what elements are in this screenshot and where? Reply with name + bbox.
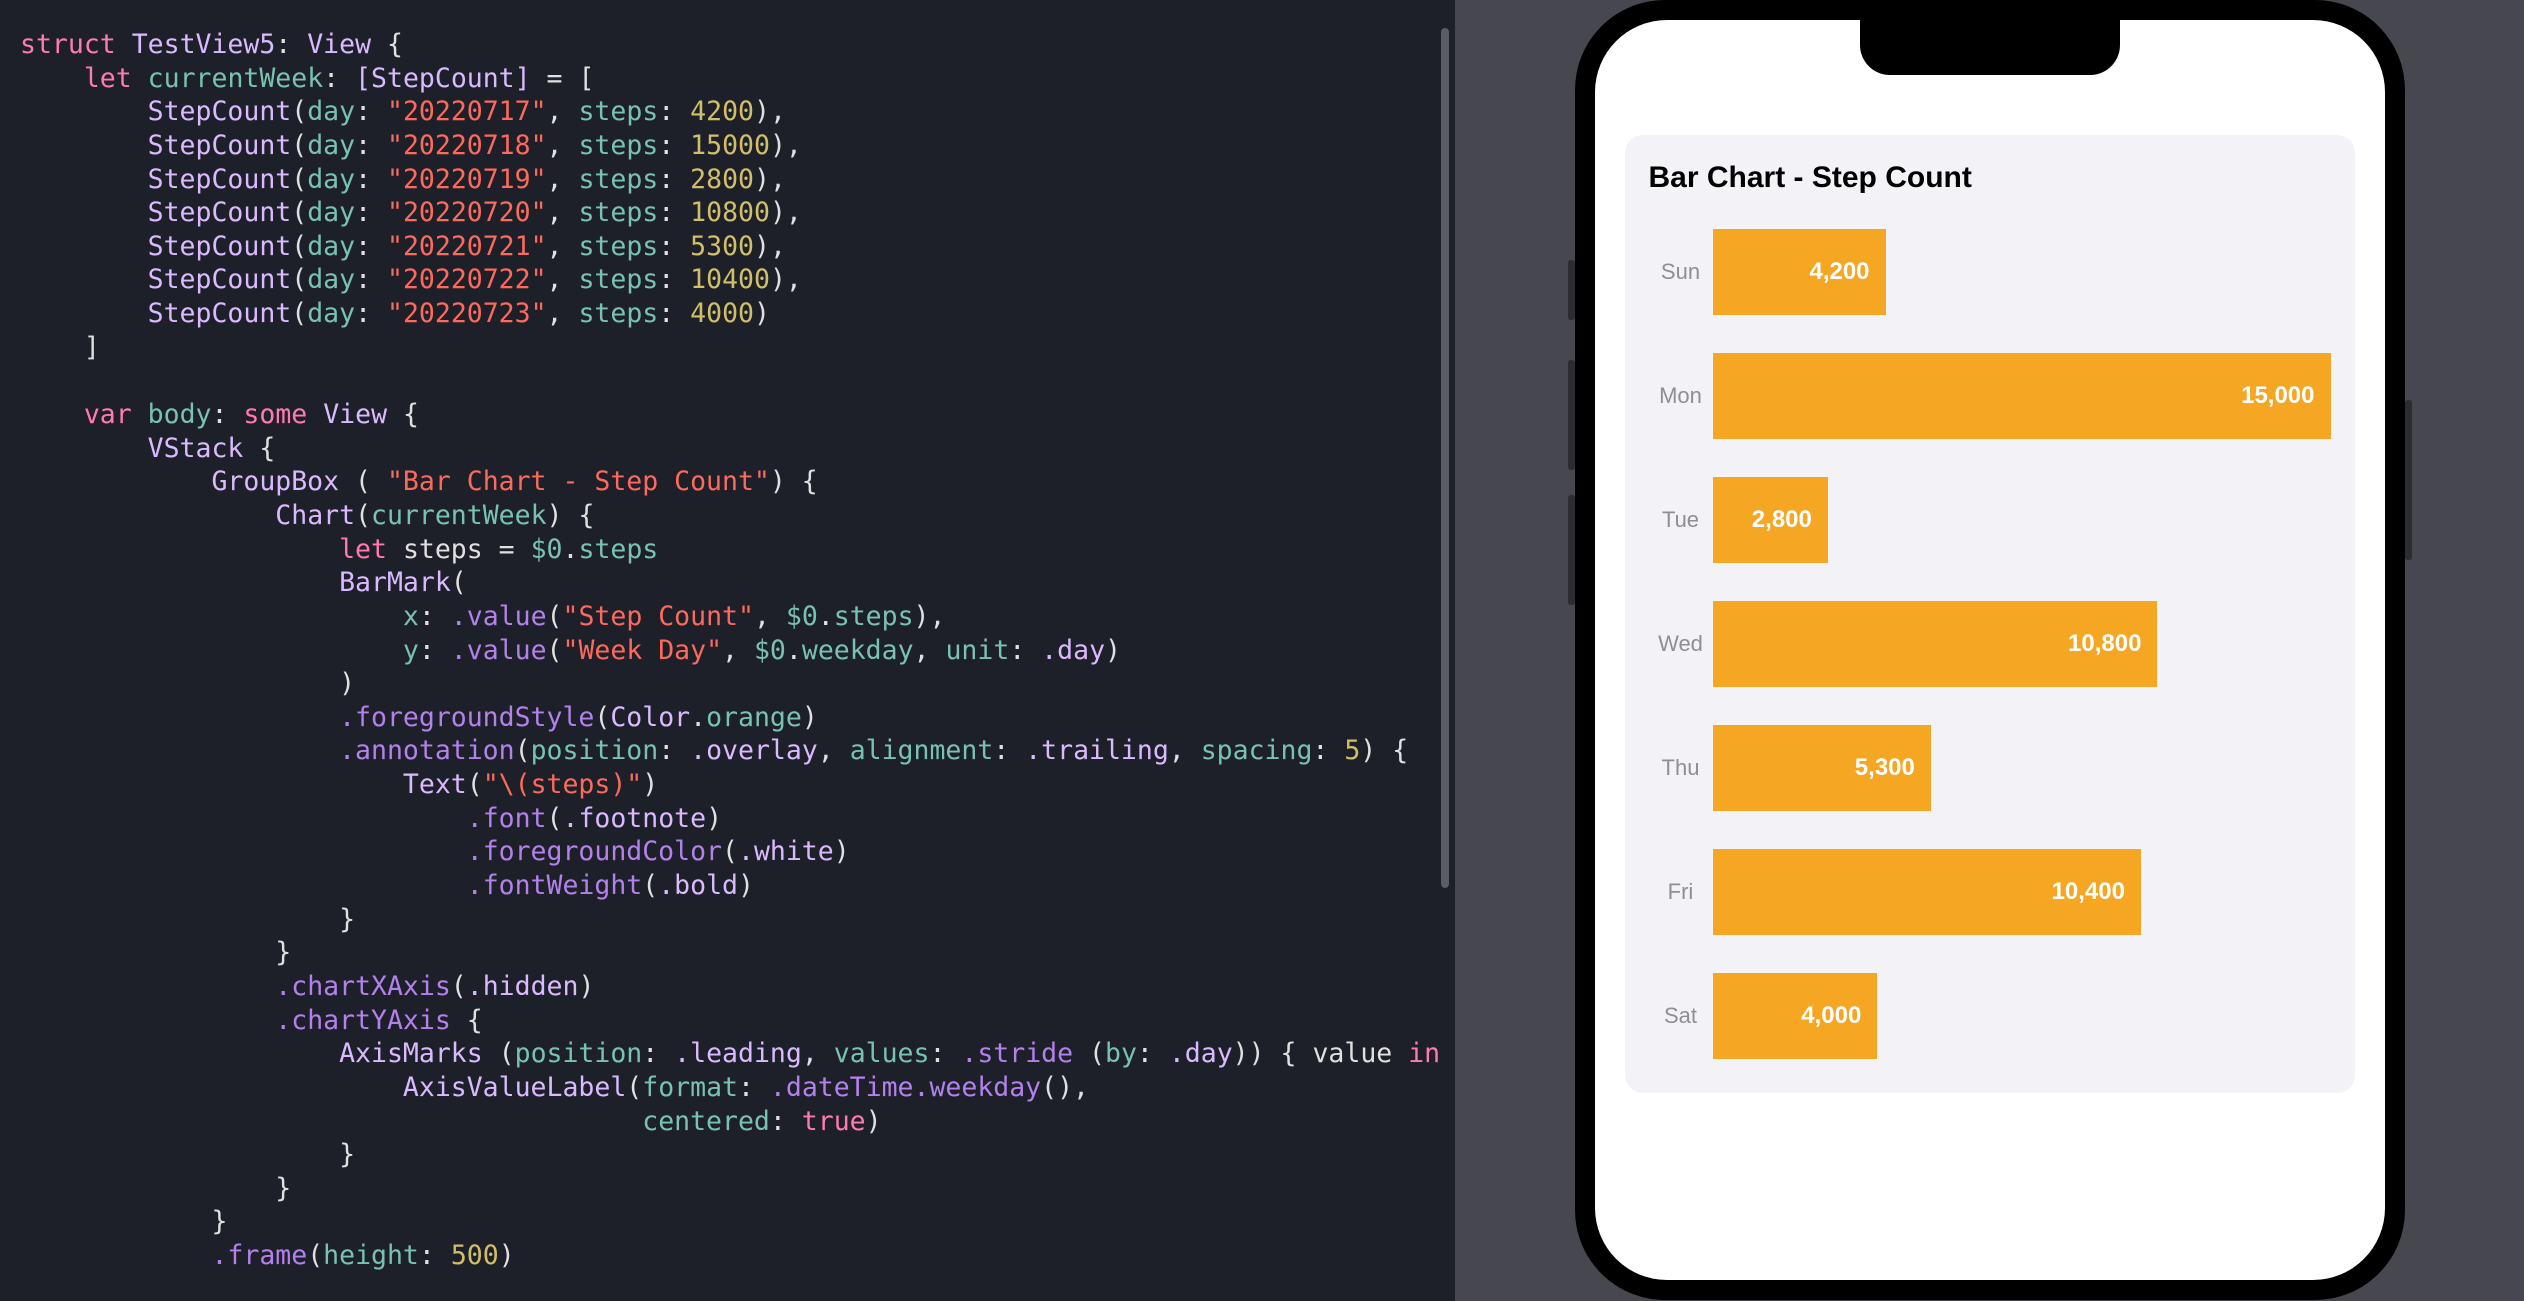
y-axis-label: Tue — [1649, 507, 1713, 533]
bar-value-label: 10,400 — [2052, 878, 2125, 906]
chart-row: Mon 15,000 — [1649, 353, 2331, 439]
bar: 5,300 — [1713, 725, 1931, 811]
chart-row: Sat 4,000 — [1649, 973, 2331, 1059]
device-side-button — [1568, 495, 1575, 605]
bar: 10,400 — [1713, 849, 2141, 935]
bar: 4,000 — [1713, 973, 1878, 1059]
scrollbar[interactable] — [1441, 28, 1449, 888]
bar-value-label: 2,800 — [1752, 506, 1812, 534]
chart-area: Sun 4,200 Mon 15,000 Tue 2,800 Wed 10,800 Thu 5,3… — [1649, 229, 2331, 1059]
device-frame: Bar Chart - Step Count Sun 4,200 Mon 15,000… — [1575, 0, 2405, 1300]
bar-track: 5,300 — [1713, 725, 2331, 811]
notch — [1860, 20, 2120, 75]
y-axis-label: Thu — [1649, 755, 1713, 781]
preview-pane: Bar Chart - Step Count Sun 4,200 Mon 15,000… — [1455, 0, 2524, 1301]
chart-row: Sun 4,200 — [1649, 229, 2331, 315]
bar: 10,800 — [1713, 601, 2158, 687]
device-side-button — [2405, 400, 2412, 560]
bar-value-label: 4,200 — [1809, 258, 1869, 286]
device-side-button — [1568, 260, 1575, 320]
groupbox: Bar Chart - Step Count Sun 4,200 Mon 15,000… — [1625, 135, 2355, 1093]
chart-row: Fri 10,400 — [1649, 849, 2331, 935]
y-axis-label: Wed — [1649, 631, 1713, 657]
y-axis-label: Sat — [1649, 1003, 1713, 1029]
code-content: struct TestView5: View { let currentWeek… — [20, 28, 1435, 1273]
device-screen: Bar Chart - Step Count Sun 4,200 Mon 15,000… — [1595, 20, 2385, 1280]
chart-row: Tue 2,800 — [1649, 477, 2331, 563]
bar-track: 10,400 — [1713, 849, 2331, 935]
chart-title: Bar Chart - Step Count — [1649, 161, 2331, 195]
y-axis-label: Fri — [1649, 879, 1713, 905]
y-axis-label: Sun — [1649, 259, 1713, 285]
bar-track: 10,800 — [1713, 601, 2331, 687]
bar-value-label: 4,000 — [1801, 1002, 1861, 1030]
bar-track: 4,000 — [1713, 973, 2331, 1059]
bar-value-label: 15,000 — [2241, 382, 2314, 410]
bar: 4,200 — [1713, 229, 1886, 315]
bar-track: 2,800 — [1713, 477, 2331, 563]
bar: 15,000 — [1713, 353, 2331, 439]
chart-row: Thu 5,300 — [1649, 725, 2331, 811]
bar-track: 4,200 — [1713, 229, 2331, 315]
chart-row: Wed 10,800 — [1649, 601, 2331, 687]
bar-value-label: 10,800 — [2068, 630, 2141, 658]
device-side-button — [1568, 360, 1575, 470]
code-editor[interactable]: struct TestView5: View { let currentWeek… — [0, 0, 1455, 1301]
y-axis-label: Mon — [1649, 383, 1713, 409]
app-content: Bar Chart - Step Count Sun 4,200 Mon 15,000… — [1595, 20, 2385, 1093]
bar: 2,800 — [1713, 477, 1828, 563]
bar-value-label: 5,300 — [1855, 754, 1915, 782]
bar-track: 15,000 — [1713, 353, 2331, 439]
